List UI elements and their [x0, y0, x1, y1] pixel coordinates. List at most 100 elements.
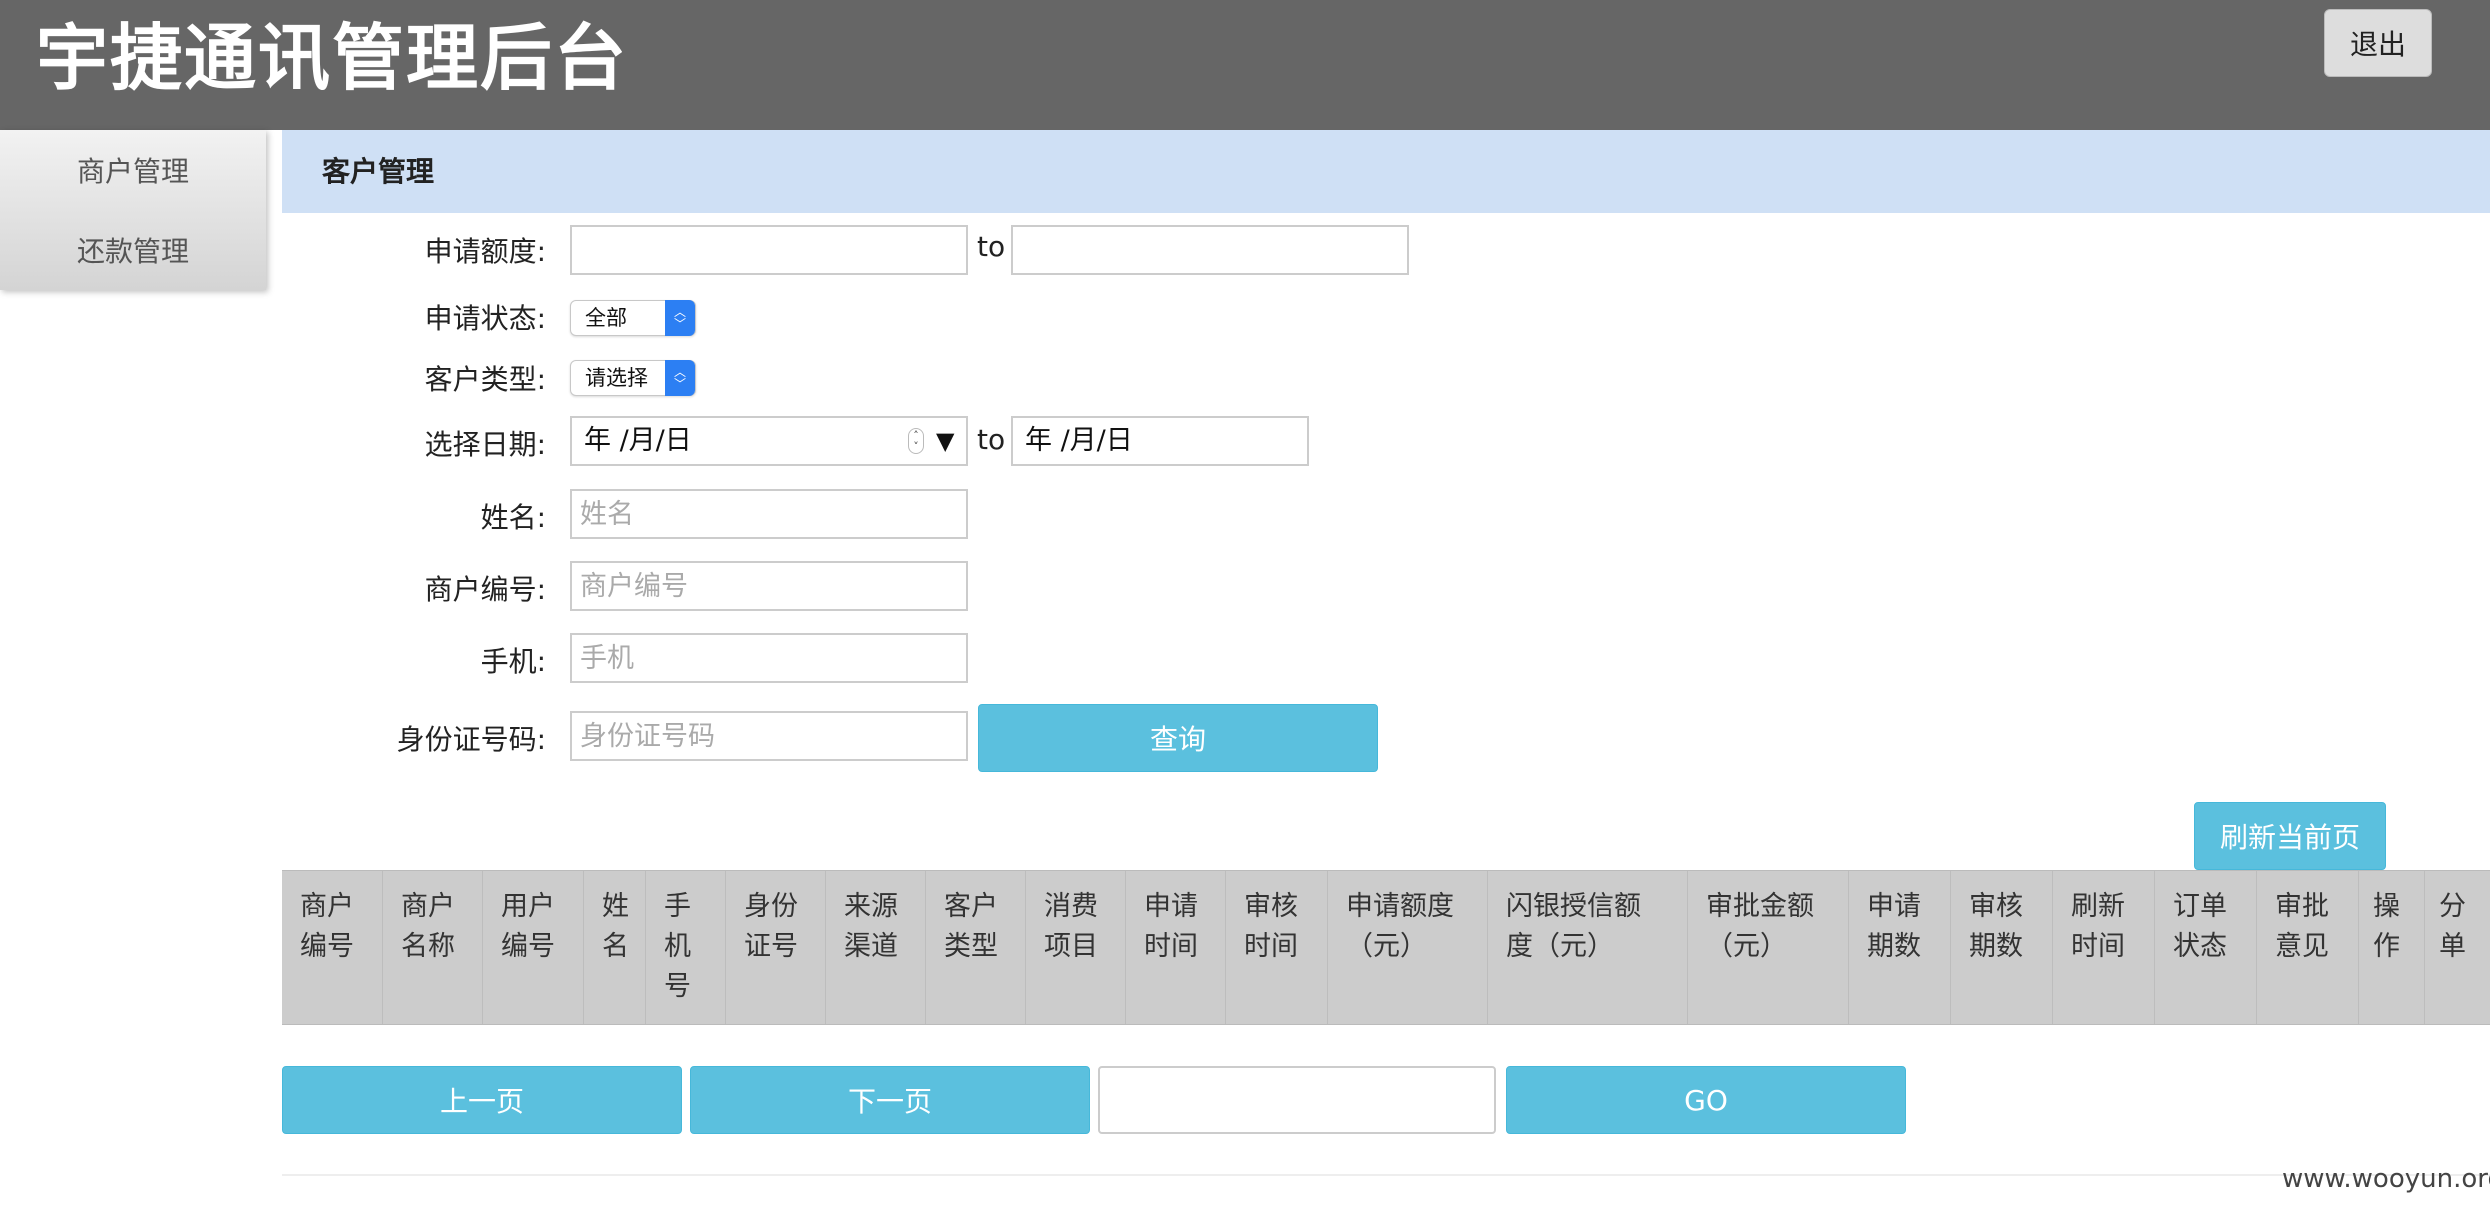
column-header-line: 类型 [944, 931, 998, 962]
amount-min-input[interactable] [570, 225, 968, 275]
column-header-line: 订单 [2173, 891, 2227, 922]
divider [282, 1174, 2490, 1176]
column-header: 消费 项目 [1025, 871, 1125, 1024]
column-header: 商户 名称 [382, 871, 482, 1024]
column-header: 审核 期数 [1950, 871, 2052, 1024]
column-header: 分 单 [2424, 871, 2490, 1024]
id-number-label: 身份证号码: [396, 723, 546, 756]
column-header-line: 用户 [501, 891, 555, 922]
column-header: 审批金额 （元） [1687, 871, 1848, 1024]
column-header-line: 闪银授信额 [1506, 891, 1641, 922]
column-header-line: 状态 [2173, 931, 2227, 962]
column-header-line: 操 [2373, 891, 2400, 922]
column-header-line: 编号 [300, 931, 354, 962]
amount-label: 申请额度: [424, 235, 546, 268]
to-label: to [977, 230, 1006, 263]
phone-input[interactable] [570, 633, 968, 683]
column-header-line: 时间 [1144, 931, 1198, 962]
date-to-input[interactable]: 年 /月/日 [1011, 416, 1309, 466]
go-button[interactable]: GO [1506, 1066, 1906, 1134]
column-header-line: 分 [2439, 891, 2466, 922]
status-select-value: 全部 [585, 306, 627, 330]
customer-type-select[interactable]: 请选择 ︿ ﹀ [570, 360, 696, 396]
column-header-line: 号 [664, 971, 691, 1002]
to-label-date: to [977, 423, 1006, 456]
column-header-line: 审批 [2275, 891, 2329, 922]
merchant-no-label: 商户编号: [424, 573, 546, 606]
column-header: 闪银授信额 度（元） [1487, 871, 1687, 1024]
chevron-updown-icon: ︿ ﹀ [665, 360, 695, 396]
column-header: 姓 名 [583, 871, 645, 1024]
column-header: 用户 编号 [482, 871, 583, 1024]
column-header-line: 姓 [602, 891, 629, 922]
logout-button[interactable]: 退出 [2324, 9, 2432, 77]
date-label: 选择日期: [424, 428, 546, 461]
column-header-line: 身份 [744, 891, 798, 922]
column-header: 申请 期数 [1848, 871, 1950, 1024]
prev-page-button[interactable]: 上一页 [282, 1066, 682, 1134]
sidebar: 商户管理 还款管理 [0, 130, 266, 290]
column-header-line: 名称 [401, 931, 455, 962]
section-title: 客户管理 [322, 155, 435, 188]
status-label: 申请状态: [424, 302, 546, 335]
column-header-line: 刷新 [2071, 891, 2125, 922]
date-from-input[interactable]: 年 /月/日 ˄ ˅ ▼ [570, 416, 968, 466]
refresh-page-button[interactable]: 刷新当前页 [2194, 802, 2386, 870]
merchant-no-input[interactable] [570, 561, 968, 611]
column-header: 刷新 时间 [2052, 871, 2154, 1024]
column-header: 审批 意见 [2256, 871, 2358, 1024]
spinner-icon[interactable]: ˄ ˅ [908, 428, 924, 454]
column-header-line: 名 [602, 931, 629, 962]
phone-label: 手机: [480, 645, 546, 678]
column-header-line: 编号 [501, 931, 555, 962]
amount-max-input[interactable] [1011, 225, 1409, 275]
results-table-header: 商户 编号 商户 名称 用户 编号 姓 名 手 机 号 身份 证号 来源 渠道 … [282, 870, 2490, 1025]
column-header-line: 手 [664, 891, 691, 922]
column-header: 申请 时间 [1125, 871, 1225, 1024]
column-header-line: 期数 [1867, 931, 1921, 962]
column-header-line: 单 [2439, 931, 2466, 962]
column-header-line: （元） [1346, 931, 1427, 962]
column-header-line: 申请 [1867, 891, 1921, 922]
status-select[interactable]: 全部 ︿ ﹀ [570, 300, 696, 336]
page-number-input[interactable] [1098, 1066, 1496, 1134]
column-header-line: 商户 [300, 891, 354, 922]
app-title: 宇捷通讯管理后台 [36, 16, 629, 100]
date-from-value: 年 /月/日 [584, 425, 692, 456]
column-header: 申请额度 （元） [1327, 871, 1487, 1024]
column-header: 客户 类型 [925, 871, 1025, 1024]
customer-type-label: 客户类型: [424, 363, 546, 396]
column-header-line: 消费 [1044, 891, 1098, 922]
column-header: 审核 时间 [1225, 871, 1327, 1024]
column-header: 商户 编号 [282, 871, 382, 1024]
column-header-line: 申请 [1144, 891, 1198, 922]
name-input[interactable] [570, 489, 968, 539]
column-header-line: 审核 [1244, 891, 1298, 922]
query-button[interactable]: 查询 [978, 704, 1378, 772]
top-header: 宇捷通讯管理后台 退出 [0, 0, 2490, 130]
column-header-line: 时间 [2071, 931, 2125, 962]
column-header: 手 机 号 [645, 871, 725, 1024]
column-header: 来源 渠道 [825, 871, 925, 1024]
column-header-line: 来源 [844, 891, 898, 922]
column-header-line: 审批金额 [1706, 891, 1814, 922]
column-header: 操 作 [2358, 871, 2424, 1024]
column-header-line: 项目 [1044, 931, 1098, 962]
column-header-line: 期数 [1969, 931, 2023, 962]
dropdown-arrow-icon[interactable]: ▼ [936, 418, 954, 464]
column-header-line: 客户 [944, 891, 998, 922]
column-header: 身份 证号 [725, 871, 825, 1024]
column-header-line: （元） [1706, 931, 1787, 962]
column-header-line: 商户 [401, 891, 455, 922]
column-header: 订单 状态 [2154, 871, 2256, 1024]
column-header-line: 度（元） [1506, 931, 1614, 962]
id-number-input[interactable] [570, 711, 968, 761]
sidebar-item-merchant-management[interactable]: 商户管理 [0, 130, 266, 210]
column-header-line: 作 [2373, 931, 2400, 962]
section-header: 客户管理 [282, 130, 2490, 213]
chevron-updown-icon: ︿ ﹀ [665, 300, 695, 336]
column-header-line: 意见 [2275, 931, 2329, 962]
next-page-button[interactable]: 下一页 [690, 1066, 1090, 1134]
name-label: 姓名: [480, 501, 546, 534]
sidebar-item-repayment-management[interactable]: 还款管理 [0, 210, 266, 290]
